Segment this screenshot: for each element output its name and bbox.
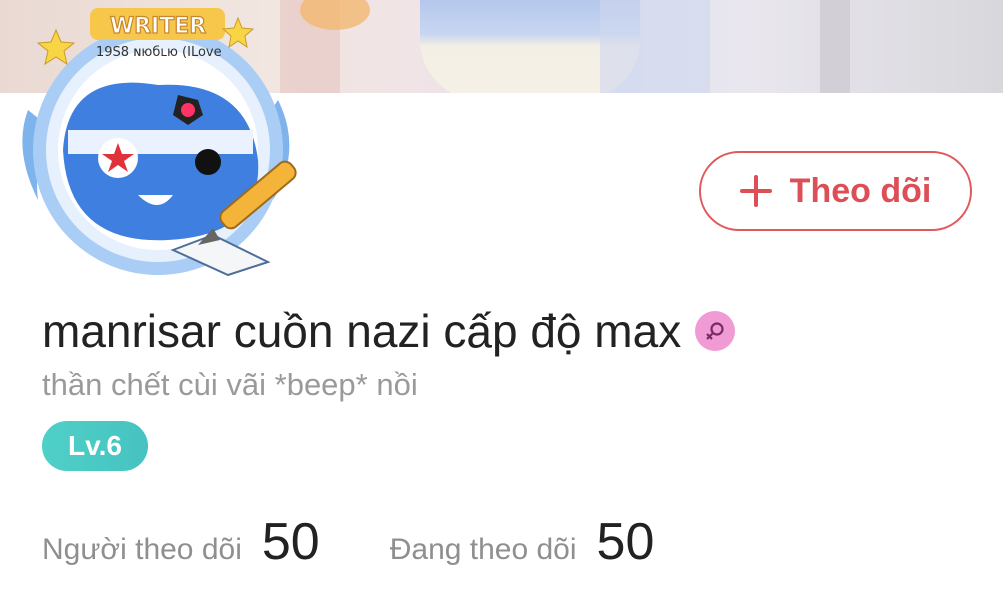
- banner-decoration: [600, 0, 710, 93]
- follow-stats: Người theo dõi 50 Đang theo dõi 50: [42, 512, 654, 572]
- following-stat[interactable]: Đang theo dõi 50: [390, 512, 655, 572]
- female-icon: [695, 311, 736, 351]
- plus-icon: [739, 175, 772, 207]
- avatar-image: 19S8 ɴюбʟю (ILove WRITER: [22, 8, 297, 277]
- follow-button-label: Theo dõi: [789, 171, 932, 210]
- follow-button[interactable]: Theo dõi: [699, 151, 972, 231]
- profile-bio: thần chết cùi vãi *beep* nồi: [42, 367, 418, 402]
- following-count: 50: [596, 513, 655, 571]
- followers-stat[interactable]: Người theo dõi 50: [42, 512, 320, 572]
- profile-name-row: manrisar cuồn nazi cấp độ max: [42, 303, 736, 359]
- avatar[interactable]: 19S8 ɴюбʟю (ILove WRITER: [8, 0, 308, 285]
- profile-name: manrisar cuồn nazi cấp độ max: [42, 305, 682, 357]
- banner-decoration: [820, 0, 850, 93]
- svg-text:19S8 ɴюбʟю (ILove: 19S8 ɴюбʟю (ILove: [96, 45, 222, 60]
- following-label: Đang theo dõi: [389, 533, 577, 566]
- followers-count: 50: [261, 513, 320, 571]
- level-badge: Lv.6: [42, 421, 148, 471]
- followers-label: Người theo dõi: [42, 533, 242, 566]
- svg-text:WRITER: WRITER: [110, 14, 206, 39]
